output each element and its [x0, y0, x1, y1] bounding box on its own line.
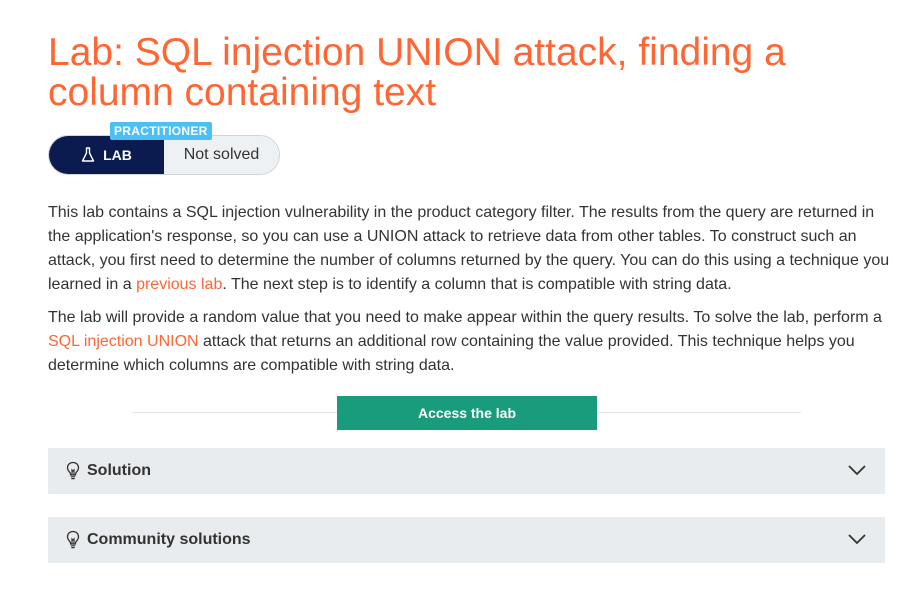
chevron-down-icon[interactable] [848, 533, 866, 545]
solution-label: Solution [87, 462, 151, 479]
community-solutions-label: Community solutions [87, 531, 251, 548]
access-lab-button[interactable]: Access the lab [337, 396, 597, 430]
status-pill: LAB Not solved [48, 135, 280, 175]
lightbulb-icon [66, 530, 80, 549]
lab-page: Lab: SQL injection UNION attack, finding… [0, 0, 913, 615]
description-paragraph-2: The lab will provide a random value that… [48, 306, 893, 378]
community-solutions-accordion[interactable]: Community solutions [48, 517, 885, 563]
description-text: . The next step is to identify a column … [222, 276, 732, 293]
description-paragraph-1: This lab contains a SQL injection vulner… [48, 201, 893, 297]
sql-injection-union-link[interactable]: SQL injection UNION [48, 333, 199, 350]
lab-label: LAB [103, 147, 132, 163]
chevron-down-icon[interactable] [848, 464, 866, 476]
lab-status-widget: PRACTITIONER LAB Not solved [48, 122, 280, 175]
lightbulb-icon [66, 461, 80, 480]
level-badge: PRACTITIONER [110, 122, 212, 140]
solved-status: Not solved [164, 136, 279, 174]
flask-icon [81, 147, 95, 162]
solution-accordion[interactable]: Solution [48, 448, 885, 494]
page-title: Lab: SQL injection UNION attack, finding… [48, 31, 786, 114]
previous-lab-link[interactable]: previous lab [136, 276, 222, 293]
lab-badge: LAB [49, 136, 164, 174]
status-label: Not solved [183, 146, 260, 163]
description-text: The lab will provide a random value that… [48, 309, 882, 326]
